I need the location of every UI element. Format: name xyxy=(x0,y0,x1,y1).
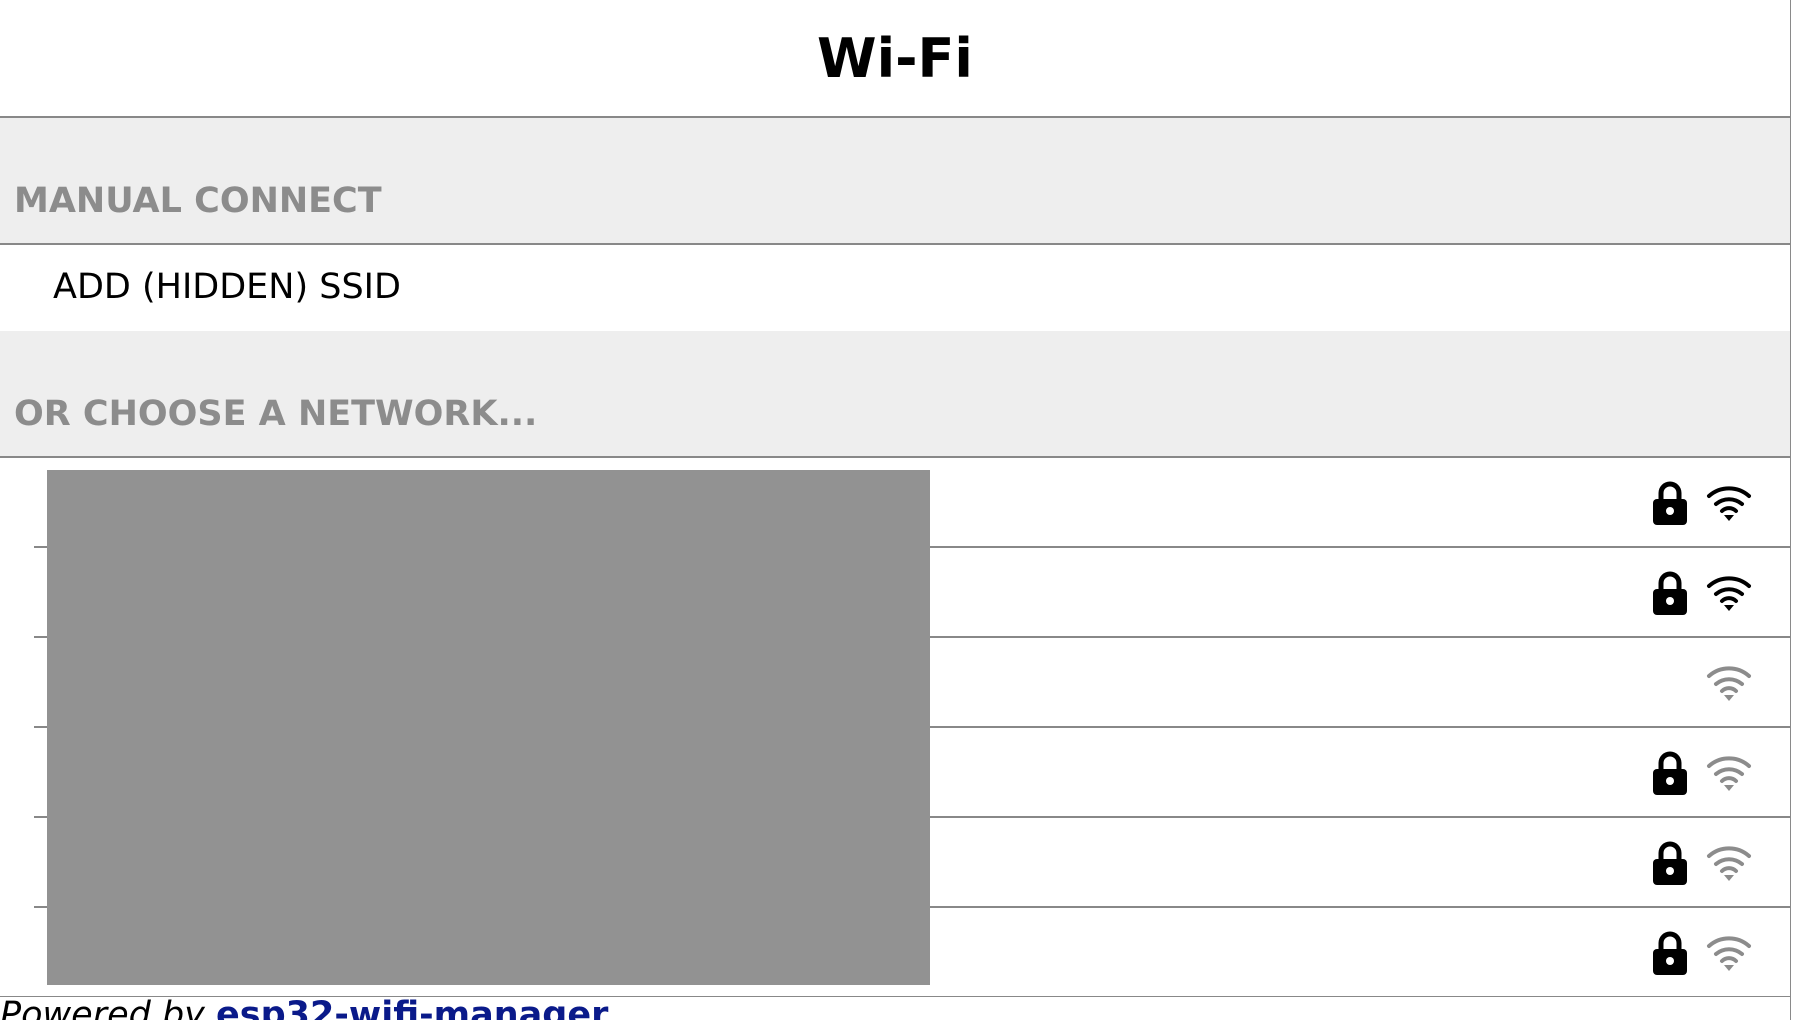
lock-icon xyxy=(1651,840,1689,886)
choose-network-label: OR CHOOSE A NETWORK... xyxy=(14,394,538,434)
wifi-icon xyxy=(1706,664,1752,702)
wifi-manager-app: Wi-Fi MANUAL CONNECT ADD (HIDDEN) SSID O… xyxy=(0,0,1796,1020)
main-content: Wi-Fi MANUAL CONNECT ADD (HIDDEN) SSID O… xyxy=(0,0,1791,1020)
wifi-icon xyxy=(1706,754,1752,792)
header: Wi-Fi xyxy=(0,0,1790,118)
wifi-icon xyxy=(1706,574,1752,612)
manual-connect-section-header: MANUAL CONNECT xyxy=(0,118,1790,245)
redacted-network-names xyxy=(47,470,930,985)
esp32-wifi-manager-link[interactable]: esp32-wifi-manager xyxy=(216,997,608,1020)
manual-connect-label: MANUAL CONNECT xyxy=(14,181,382,221)
lock-icon xyxy=(1651,480,1689,526)
lock-icon xyxy=(1651,750,1689,796)
footer: Powered by esp32-wifi-manager xyxy=(0,996,1790,1020)
lock-icon xyxy=(1651,930,1689,976)
footer-prefix: Powered by xyxy=(0,996,216,1020)
wifi-icon xyxy=(1706,844,1752,882)
footer-text: Powered by esp32-wifi-manager xyxy=(0,996,608,1020)
add-hidden-ssid-button[interactable]: ADD (HIDDEN) SSID xyxy=(0,245,1790,331)
choose-network-section-header: OR CHOOSE A NETWORK... xyxy=(0,331,1790,458)
wifi-icon xyxy=(1706,934,1752,972)
wifi-icon xyxy=(1706,484,1752,522)
right-gutter xyxy=(1791,0,1796,1020)
lock-icon xyxy=(1651,570,1689,616)
page-title: Wi-Fi xyxy=(817,27,973,90)
add-hidden-ssid-label: ADD (HIDDEN) SSID xyxy=(53,267,401,307)
